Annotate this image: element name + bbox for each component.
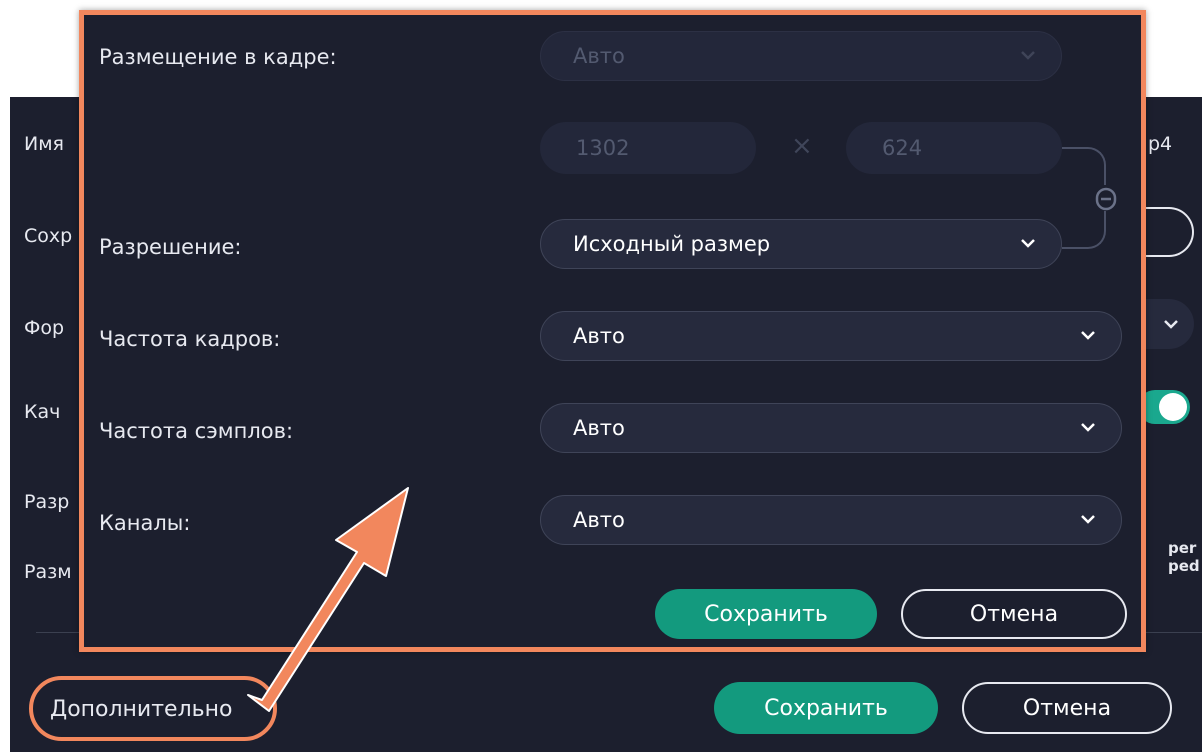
- save-to-label: Сохр: [24, 225, 73, 247]
- placement-label: Размещение в кадре:: [99, 45, 337, 69]
- placement-value: Авто: [573, 44, 625, 68]
- highlight-ellipse: [29, 676, 277, 741]
- channels-select[interactable]: Авто: [540, 495, 1122, 545]
- link-bracket-bottom: [1062, 211, 1106, 249]
- link-chain-icon[interactable]: [1091, 184, 1121, 214]
- chevron-down-icon: [1081, 423, 1095, 432]
- size-note-line-2: ped: [1168, 557, 1200, 575]
- advanced-settings-panel: Размещение в кадре: Авто 1302 × 624 Разр…: [79, 10, 1146, 652]
- filename-extension: p4: [1148, 133, 1173, 155]
- sample-rate-label: Частота сэмплов:: [99, 419, 294, 443]
- link-bracket-top: [1062, 147, 1106, 185]
- resolution-label: Разрешение:: [99, 235, 242, 259]
- placement-select[interactable]: Авто: [540, 31, 1062, 81]
- chevron-down-icon: [1081, 515, 1095, 524]
- height-input[interactable]: 624: [846, 122, 1062, 174]
- channels-label: Каналы:: [99, 511, 191, 535]
- cancel-button[interactable]: Отмена: [962, 682, 1172, 734]
- resolution-select[interactable]: Исходный размер: [540, 219, 1062, 269]
- width-value: 1302: [576, 136, 630, 160]
- chevron-down-icon: [1081, 331, 1095, 340]
- height-value: 624: [882, 136, 923, 160]
- sample-rate-select[interactable]: Авто: [540, 403, 1122, 453]
- chevron-down-icon: [1021, 239, 1035, 248]
- quality-label: Кач: [24, 401, 61, 423]
- frame-rate-select[interactable]: Авто: [540, 311, 1122, 361]
- chevron-down-icon: [1164, 320, 1178, 329]
- panel-save-button[interactable]: Сохранить: [655, 589, 877, 639]
- chevron-down-icon: [1021, 51, 1035, 60]
- resolution-label: Разр: [24, 491, 70, 513]
- sample-rate-value: Авто: [573, 416, 625, 440]
- size-label: Разм: [24, 561, 72, 583]
- width-input[interactable]: 1302: [540, 122, 756, 174]
- size-note-line-1: per: [1168, 539, 1197, 557]
- frame-rate-label: Частота кадров:: [99, 327, 281, 351]
- save-button[interactable]: Сохранить: [714, 682, 938, 734]
- dimension-separator: ×: [791, 131, 813, 161]
- format-label: Фор: [24, 317, 65, 339]
- resolution-value: Исходный размер: [573, 232, 771, 256]
- frame-rate-value: Авто: [573, 324, 625, 348]
- channels-value: Авто: [573, 508, 625, 532]
- name-label: Имя: [24, 133, 64, 155]
- panel-cancel-button[interactable]: Отмена: [901, 589, 1127, 639]
